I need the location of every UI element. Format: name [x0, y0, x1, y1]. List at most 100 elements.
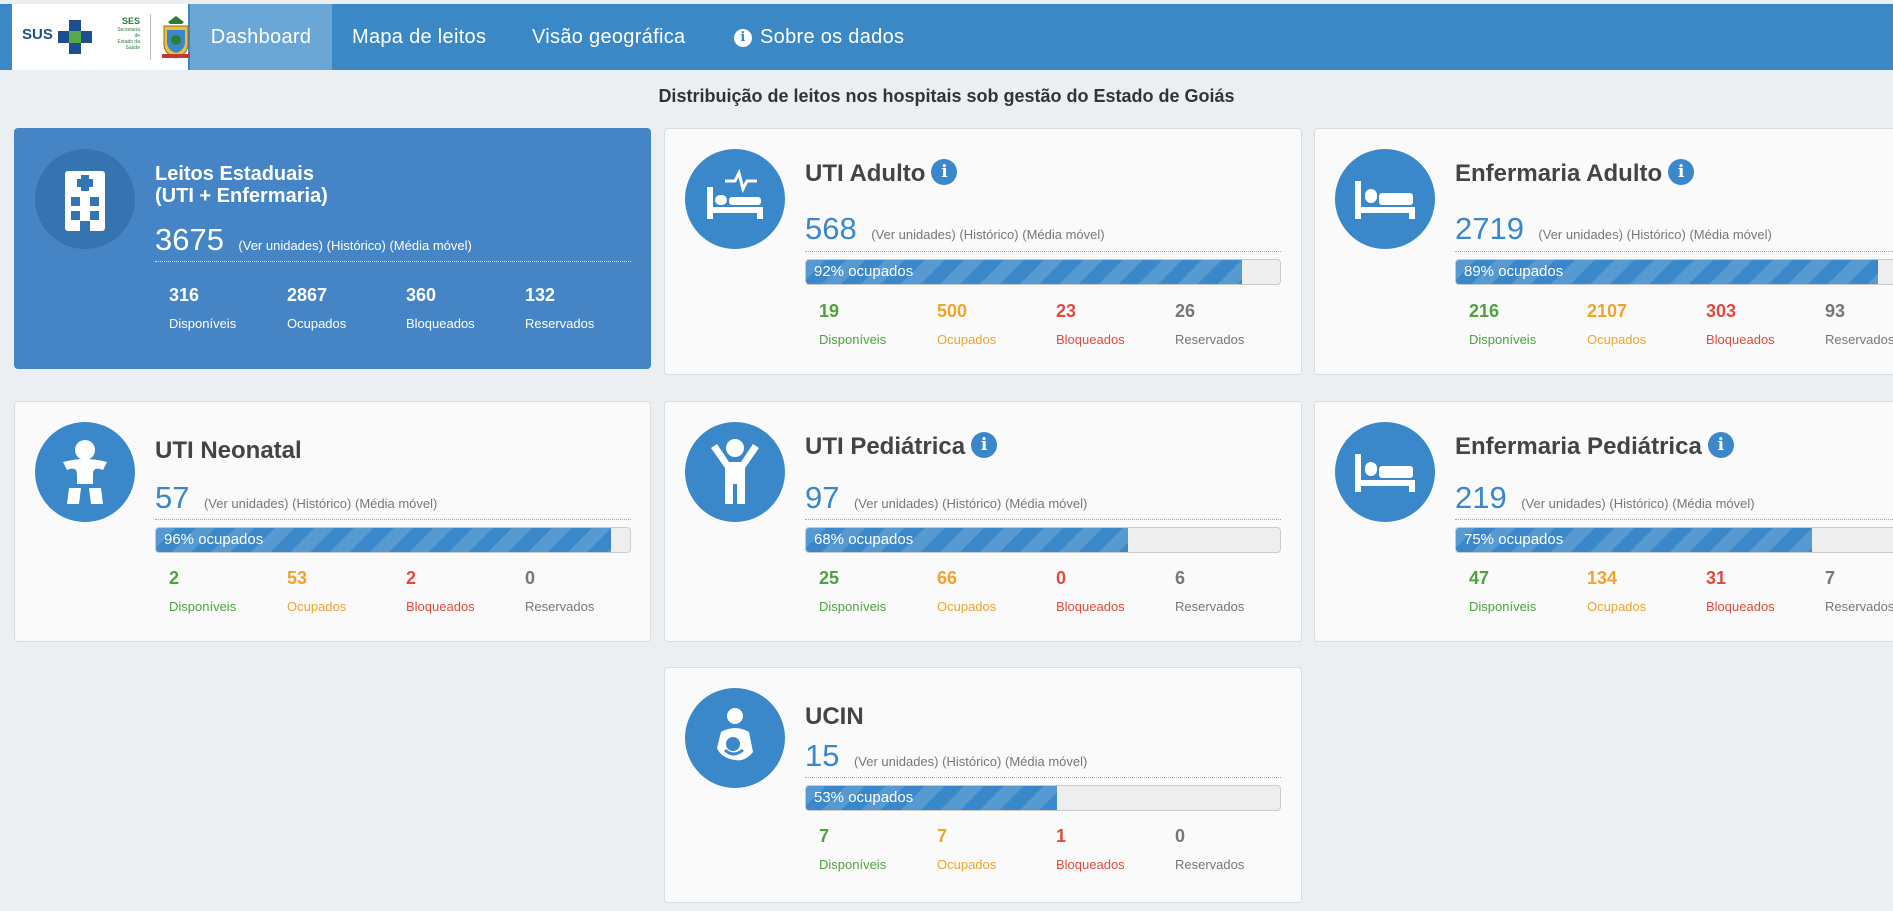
total-line: 57 (Ver unidades) (Histórico) (Média móv…	[155, 480, 437, 516]
total-beds: 15	[805, 738, 840, 773]
sus-logo-text: SUS	[22, 26, 53, 43]
stat-available: 25 Disponíveis	[819, 568, 887, 614]
media-movel-link[interactable]: (Média móvel)	[1689, 227, 1771, 242]
stat-blocked: 1 Bloqueados	[1056, 826, 1125, 872]
stat-available: 316 Disponíveis	[169, 285, 237, 331]
media-movel-link[interactable]: (Média móvel)	[1672, 496, 1754, 511]
divider	[1455, 251, 1893, 252]
stat-available: 216 Disponíveis	[1469, 301, 1537, 347]
nav-mapa-de-leitos[interactable]: Mapa de leitos	[352, 4, 486, 70]
total-line: 15 (Ver unidades) (Histórico) (Média móv…	[805, 738, 1087, 774]
stat-reserved: 7 Reservados	[1825, 568, 1893, 614]
nav-sobre-os-dados[interactable]: i Sobre os dados	[734, 4, 904, 70]
media-movel-link[interactable]: (Média móvel)	[1022, 227, 1104, 242]
ver-unidades-link[interactable]: (Ver unidades)	[871, 227, 956, 242]
page-title: Distribuição de leitos nos hospitais sob…	[658, 86, 1235, 106]
divider	[155, 261, 631, 262]
info-icon: i	[734, 29, 752, 47]
nav-visao-geografica[interactable]: Visão geográfica	[532, 4, 685, 70]
card-leitos-estaduais: Leitos Estaduais (UTI + Enfermaria) 3675…	[14, 128, 651, 369]
info-icon[interactable]: i	[931, 159, 958, 185]
nav-visao-label: Visão geográfica	[532, 26, 686, 48]
total-beds: 219	[1455, 480, 1507, 515]
ver-unidades-link[interactable]: (Ver unidades)	[204, 496, 289, 511]
card-title: Enfermaria Pediátrica i	[1455, 432, 1734, 460]
stat-reserved: 132 Reservados	[525, 285, 595, 331]
ver-unidades-link[interactable]: (Ver unidades)	[1521, 496, 1606, 511]
occupancy-bar: 75% ocupados	[1455, 527, 1893, 553]
nav-mapa-label: Mapa de leitos	[352, 26, 487, 48]
ver-unidades-link[interactable]: (Ver unidades)	[1538, 227, 1623, 242]
stat-blocked: 31 Bloqueados	[1706, 568, 1775, 614]
divider	[805, 519, 1281, 520]
historico-link[interactable]: (Histórico)	[1627, 227, 1686, 242]
historico-link[interactable]: (Histórico)	[942, 754, 1001, 769]
media-movel-link[interactable]: (Média móvel)	[389, 238, 471, 253]
divider	[805, 251, 1281, 252]
bed-icon	[1335, 149, 1435, 249]
stat-occupied: 2107 Ocupados	[1587, 301, 1647, 347]
occupancy-bar: 53% ocupados	[805, 785, 1281, 811]
stat-available: 2 Disponíveis	[169, 568, 237, 614]
bed-icon	[1335, 422, 1435, 522]
card-enfermaria-adulto: Enfermaria Adulto i 2719 (Ver unidades) (…	[1314, 128, 1893, 375]
historico-link[interactable]: (Histórico)	[959, 227, 1018, 242]
occupancy-bar: 92% ocupados	[805, 259, 1281, 285]
baby-care-icon	[685, 688, 785, 788]
card-title-line2: (UTI + Enfermaria)	[155, 185, 328, 207]
card-title: UTI Adulto i	[805, 159, 958, 187]
total-line: 568 (Ver unidades) (Histórico) (Média mó…	[805, 211, 1105, 247]
divider	[805, 777, 1281, 778]
historico-link[interactable]: (Histórico)	[1609, 496, 1668, 511]
total-line: 97 (Ver unidades) (Histórico) (Média móv…	[805, 480, 1087, 516]
card-title: Enfermaria Adulto i	[1455, 159, 1695, 187]
card-title: UTI Neonatal	[155, 437, 302, 464]
total-beds: 568	[805, 211, 857, 246]
divider	[1455, 519, 1893, 520]
ver-unidades-link[interactable]: (Ver unidades)	[238, 238, 323, 253]
stat-reserved: 0 Reservados	[525, 568, 595, 614]
card-uti-neonatal: UTI Neonatal 57 (Ver unidades) (Históric…	[14, 401, 651, 642]
total-beds: 3675	[155, 222, 224, 257]
stat-reserved: 26 Reservados	[1175, 301, 1245, 347]
stat-blocked: 0 Bloqueados	[1056, 568, 1125, 614]
stat-blocked: 2 Bloqueados	[406, 568, 475, 614]
stat-occupied: 2867 Ocupados	[287, 285, 347, 331]
info-icon[interactable]: i	[971, 432, 998, 458]
info-icon[interactable]: i	[1707, 432, 1734, 458]
stat-blocked: 360 Bloqueados	[406, 285, 475, 331]
info-icon[interactable]: i	[1668, 159, 1695, 185]
stat-available: 47 Disponíveis	[1469, 568, 1537, 614]
card-title: UTI Pediátrica i	[805, 432, 998, 460]
media-movel-link[interactable]: (Média móvel)	[1005, 496, 1087, 511]
card-ucin: UCIN 15 (Ver unidades) (Histórico) (Médi…	[664, 667, 1302, 903]
ver-unidades-link[interactable]: (Ver unidades)	[854, 496, 939, 511]
stat-reserved: 93 Reservados	[1825, 301, 1893, 347]
nav-sobre-label: Sobre os dados	[760, 26, 905, 48]
historico-link[interactable]: (Histórico)	[942, 496, 1001, 511]
brand-logos[interactable]: SUS SES Secretaria de Estado da Saúde	[12, 4, 190, 70]
stat-reserved: 0 Reservados	[1175, 826, 1245, 872]
child-icon	[685, 422, 785, 522]
stat-occupied: 134 Ocupados	[1587, 568, 1647, 614]
total-line: 2719 (Ver unidades) (Histórico) (Média m…	[1455, 211, 1772, 247]
historico-link[interactable]: (Histórico)	[292, 496, 351, 511]
divider	[155, 519, 631, 520]
historico-link[interactable]: (Histórico)	[327, 238, 386, 253]
nav-dashboard-label: Dashboard	[210, 26, 312, 48]
media-movel-link[interactable]: (Média móvel)	[355, 496, 437, 511]
baby-icon	[35, 422, 135, 522]
card-title: UCIN	[805, 703, 864, 730]
media-movel-link[interactable]: (Média móvel)	[1005, 754, 1087, 769]
hospital-icon	[35, 149, 135, 249]
stat-reserved: 6 Reservados	[1175, 568, 1245, 614]
total-line: 219 (Ver unidades) (Histórico) (Média mó…	[1455, 480, 1755, 516]
ver-unidades-link[interactable]: (Ver unidades)	[854, 754, 939, 769]
stat-available: 19 Disponíveis	[819, 301, 887, 347]
card-title-line1: Leitos Estaduais	[155, 163, 314, 185]
stat-occupied: 500 Ocupados	[937, 301, 997, 347]
nav-dashboard[interactable]: Dashboard	[190, 4, 332, 70]
sus-cross-icon	[58, 20, 92, 54]
stat-blocked: 23 Bloqueados	[1056, 301, 1125, 347]
stat-occupied: 7 Ocupados	[937, 826, 997, 872]
